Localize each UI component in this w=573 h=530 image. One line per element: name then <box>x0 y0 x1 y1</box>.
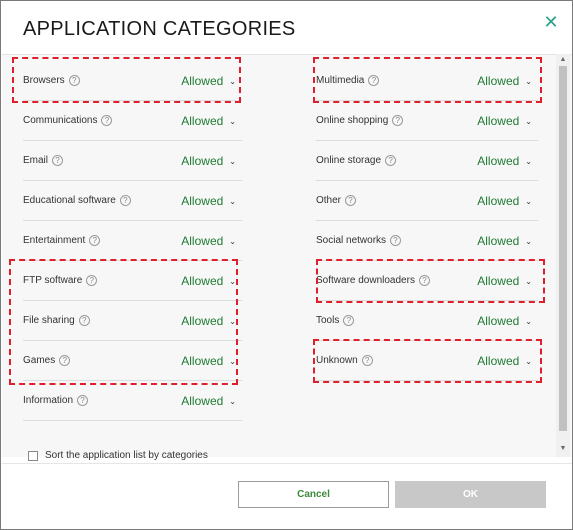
access-value: Allowed <box>477 194 520 208</box>
category-access-dropdown[interactable]: Allowed ⌄ <box>477 181 532 221</box>
category-row-online-storage: Online storage? Allowed ⌄ <box>316 141 538 181</box>
category-name: Other? <box>316 195 357 206</box>
category-row-communications: Communications? Allowed ⌄ <box>23 101 242 141</box>
help-icon[interactable]: ? <box>385 155 397 166</box>
category-row-social-networks: Social networks? Allowed ⌄ <box>316 221 538 261</box>
ok-button[interactable]: OK <box>395 481 546 508</box>
category-name: Entertainment? <box>23 235 101 246</box>
highlight-browsers <box>12 57 241 103</box>
sort-by-categories-checkbox[interactable] <box>28 450 38 461</box>
dialog-title: APPLICATION CATEGORIES <box>23 18 296 40</box>
help-icon[interactable]: ? <box>345 195 357 206</box>
category-label: Entertainment <box>23 235 86 246</box>
category-label: Online storage <box>316 155 382 166</box>
category-name: Communications? <box>23 115 113 126</box>
category-row-entertainment: Entertainment? Allowed ⌄ <box>23 221 242 261</box>
category-row-other: Other? Allowed ⌄ <box>316 181 538 221</box>
access-value: Allowed <box>477 114 520 128</box>
highlight-ftp-filesharing-games <box>9 259 238 385</box>
category-label: Social networks <box>316 235 387 246</box>
highlight-multimedia <box>313 57 542 103</box>
highlight-software-downloaders <box>316 259 545 303</box>
access-value: Allowed <box>477 234 520 248</box>
category-access-dropdown[interactable]: Allowed ⌄ <box>181 141 236 181</box>
category-name: Tools? <box>316 315 355 326</box>
category-label: Email <box>23 155 49 166</box>
cancel-button[interactable]: Cancel <box>238 481 389 508</box>
help-icon[interactable]: ? <box>52 155 64 166</box>
chevron-down-icon: ⌄ <box>525 196 532 206</box>
chevron-down-icon: ⌄ <box>525 116 532 126</box>
chevron-down-icon: ⌄ <box>229 396 236 406</box>
category-row-online-shopping: Online shopping? Allowed ⌄ <box>316 101 538 141</box>
chevron-down-icon: ⌄ <box>525 316 532 326</box>
help-icon[interactable]: ? <box>77 395 89 406</box>
category-row-educational-software: Educational software? Allowed ⌄ <box>23 181 242 221</box>
chevron-down-icon: ⌄ <box>229 116 236 126</box>
category-label: Communications <box>23 115 98 126</box>
access-value: Allowed <box>181 154 224 168</box>
chevron-down-icon: ⌄ <box>229 236 236 246</box>
category-label: Information <box>23 395 74 406</box>
access-value: Allowed <box>181 394 224 408</box>
category-access-dropdown[interactable]: Allowed ⌄ <box>477 141 532 181</box>
sort-by-categories-option[interactable]: Sort the application list by categories <box>28 450 208 461</box>
vertical-scrollbar[interactable]: ▲ ▼ <box>556 54 570 457</box>
footer-divider <box>2 463 572 464</box>
category-access-dropdown[interactable]: Allowed ⌄ <box>181 181 236 221</box>
scroll-down-arrow-icon[interactable]: ▼ <box>556 445 570 455</box>
category-label: Other <box>316 195 342 206</box>
chevron-down-icon: ⌄ <box>229 196 236 206</box>
category-name: Educational software? <box>23 195 131 206</box>
access-value: Allowed <box>181 234 224 248</box>
scroll-thumb[interactable] <box>559 66 567 431</box>
category-name: Information? <box>23 395 89 406</box>
category-name: Social networks? <box>316 235 402 246</box>
access-value: Allowed <box>181 114 224 128</box>
close-icon[interactable]: ✕ <box>541 12 561 32</box>
category-access-dropdown[interactable]: Allowed ⌄ <box>181 221 236 261</box>
help-icon[interactable]: ? <box>392 115 404 126</box>
category-row-tools: Tools? Allowed ⌄ <box>316 301 538 341</box>
category-row-email: Email? Allowed ⌄ <box>23 141 242 181</box>
category-access-dropdown[interactable]: Allowed ⌄ <box>477 221 532 261</box>
access-value: Allowed <box>477 154 520 168</box>
help-icon[interactable]: ? <box>343 315 355 326</box>
chevron-down-icon: ⌄ <box>525 156 532 166</box>
help-icon[interactable]: ? <box>119 195 131 206</box>
chevron-down-icon: ⌄ <box>229 156 236 166</box>
chevron-down-icon: ⌄ <box>525 236 532 246</box>
category-row-information: Information? Allowed ⌄ <box>23 381 242 421</box>
category-name: Email? <box>23 155 64 166</box>
right-category-column: Multimedia? Allowed ⌄ Online shopping? Allow… <box>316 61 538 381</box>
highlight-unknown <box>313 339 542 383</box>
category-name: Online shopping? <box>316 115 404 126</box>
category-access-dropdown[interactable]: Allowed ⌄ <box>181 101 236 141</box>
category-label: Educational software <box>23 195 116 206</box>
sort-by-categories-label: Sort the application list by categories <box>45 450 208 461</box>
category-access-dropdown[interactable]: Allowed ⌄ <box>477 101 532 141</box>
access-value: Allowed <box>477 314 520 328</box>
help-icon[interactable]: ? <box>101 115 113 126</box>
category-label: Online shopping <box>316 115 389 126</box>
category-access-dropdown[interactable]: Allowed ⌄ <box>477 301 532 341</box>
category-label: Tools <box>316 315 340 326</box>
categories-list[interactable]: Browsers? Allowed ⌄ Communications? Allowed ⌄… <box>2 54 572 457</box>
access-value: Allowed <box>181 194 224 208</box>
category-name: Online storage? <box>316 155 397 166</box>
scroll-up-arrow-icon[interactable]: ▲ <box>556 56 570 66</box>
category-access-dropdown[interactable]: Allowed ⌄ <box>181 381 236 421</box>
help-icon[interactable]: ? <box>390 235 402 246</box>
help-icon[interactable]: ? <box>89 235 101 246</box>
application-categories-dialog: APPLICATION CATEGORIES ✕ Browsers? Allowe… <box>0 0 573 530</box>
